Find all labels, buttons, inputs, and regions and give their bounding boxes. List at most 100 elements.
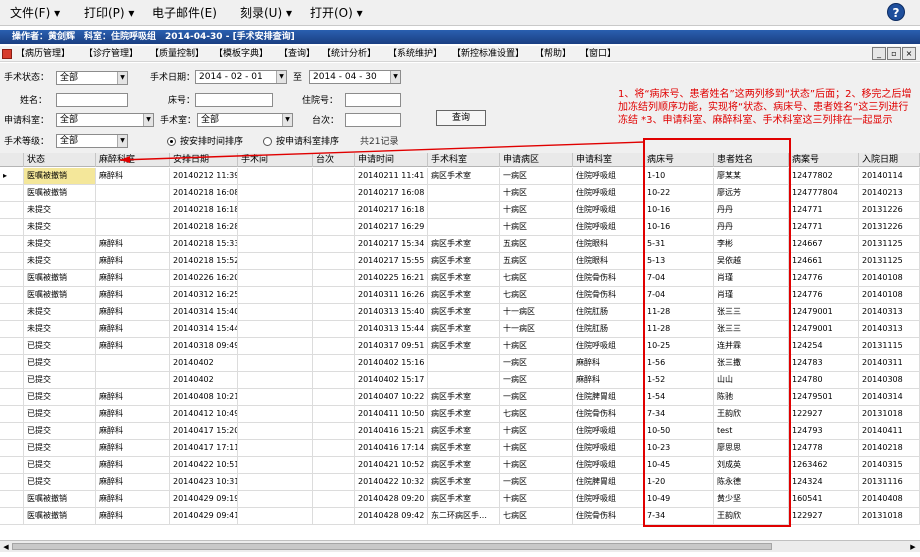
table-cell bbox=[428, 185, 500, 201]
table-cell bbox=[238, 423, 313, 439]
window-title-bar: 操作者：黄剑辉 科室：住院呼吸组 2014-04-30 - [手术安排查询] bbox=[0, 30, 920, 44]
table-cell: 20140318 09:49 bbox=[170, 338, 238, 354]
column-header[interactable]: 病案号 bbox=[789, 153, 859, 167]
row-indicator bbox=[0, 236, 24, 252]
table-row[interactable]: 医嘱被撤销 麻醉科 20140312 16:25 20140311 16:26 病区手术… bbox=[0, 287, 920, 304]
table-row[interactable]: 已提交 麻醉科 20140422 10:51 20140421 10:52 病区手术室十… bbox=[0, 457, 920, 474]
query-button[interactable]: 查询 bbox=[436, 110, 486, 126]
close-button[interactable]: × bbox=[902, 47, 916, 60]
table-row[interactable]: 已提交 麻醉科 20140423 10:31 20140422 10:32 病区手术室一… bbox=[0, 474, 920, 491]
table-cell: 麻醉科 bbox=[573, 355, 644, 371]
table-cell: 20140407 10:22 bbox=[355, 389, 428, 405]
op-room-select[interactable]: 全部 ▼ bbox=[197, 113, 293, 127]
restore-button[interactable]: ▫ bbox=[887, 47, 901, 60]
table-row[interactable]: 已提交 20140402 20140402 15:17 一病区 麻醉科 1-52 山山 124… bbox=[0, 372, 920, 389]
table-cell bbox=[238, 168, 313, 184]
inpatient-input[interactable] bbox=[345, 93, 401, 107]
table-cell bbox=[238, 202, 313, 218]
table-cell: 廖某某 bbox=[714, 168, 789, 184]
menu-query[interactable]: 【查询】 bbox=[279, 48, 315, 60]
column-header[interactable]: 申请科室 bbox=[573, 153, 644, 167]
column-header[interactable]: 安排日期 bbox=[170, 153, 238, 167]
table-input[interactable] bbox=[345, 113, 401, 127]
column-header[interactable]: 申请时间 bbox=[355, 153, 428, 167]
file-menu[interactable]: 文件(F) ▾ bbox=[10, 4, 60, 22]
menu-system[interactable]: 【系统维护】 bbox=[388, 48, 442, 60]
minimize-button[interactable]: _ bbox=[872, 47, 886, 60]
table-row[interactable]: 已提交 20140402 20140402 15:16 一病区 麻醉科 1-56 张三撒 12… bbox=[0, 355, 920, 372]
table-row[interactable]: 医嘱被撤销 20140218 16:08 20140217 16:08 十病区 住院呼吸… bbox=[0, 185, 920, 202]
print-menu[interactable]: 打印(P) ▾ bbox=[84, 4, 134, 22]
menu-treatment[interactable]: 【诊疗管理】 bbox=[84, 48, 138, 60]
sort-by-time-label[interactable]: 按安排时间排序 bbox=[180, 135, 243, 149]
dept-select[interactable]: 全部 ▼ bbox=[56, 113, 154, 127]
table-cell: 麻醉科 bbox=[96, 304, 170, 320]
table-cell: 五病区 bbox=[500, 253, 573, 269]
date-from-picker[interactable]: 2014 - 02 - 01 ▼ bbox=[195, 70, 287, 84]
horizontal-scrollbar[interactable]: ◀ ▶ bbox=[0, 540, 920, 552]
table-row[interactable]: 未提交 麻醉科 20140314 15:44 20140313 15:44 病区手术室十… bbox=[0, 321, 920, 338]
row-indicator bbox=[0, 287, 24, 303]
menu-medical-records[interactable]: 【病历管理】 bbox=[16, 48, 70, 60]
table-cell: 病区手术室 bbox=[428, 270, 500, 286]
menu-help[interactable]: 【帮助】 bbox=[535, 48, 571, 60]
bed-input[interactable] bbox=[195, 93, 273, 107]
column-header[interactable]: 申请病区 bbox=[500, 153, 573, 167]
table-row[interactable]: 医嘱被撤销 麻醉科 20140429 09:41 20140428 09:42 东二环病… bbox=[0, 508, 920, 525]
column-header[interactable]: 手术科室 bbox=[428, 153, 500, 167]
op-room-select-value: 全部 bbox=[201, 115, 220, 125]
level-select[interactable]: 全部 ▼ bbox=[56, 134, 128, 148]
table-cell bbox=[238, 253, 313, 269]
table-cell: 124771 bbox=[789, 219, 859, 235]
name-input[interactable] bbox=[56, 93, 128, 107]
sort-by-dept-label[interactable]: 按申请科室排序 bbox=[276, 135, 339, 149]
sort-by-dept-radio[interactable] bbox=[263, 137, 272, 146]
table-row[interactable]: 未提交 麻醉科 20140218 15:52 20140217 15:55 病区手术室五… bbox=[0, 253, 920, 270]
scroll-left-icon[interactable]: ◀ bbox=[1, 542, 11, 552]
column-header[interactable]: 患者姓名 bbox=[714, 153, 789, 167]
table-cell: 麻醉科 bbox=[96, 457, 170, 473]
table-row[interactable]: 未提交 20140218 16:28 20140217 16:29 十病区 住院呼吸组 1… bbox=[0, 219, 920, 236]
help-icon[interactable]: ? bbox=[887, 3, 905, 21]
table-cell: 20140308 bbox=[859, 372, 920, 388]
table-cell: 20131018 bbox=[859, 508, 920, 524]
email-menu[interactable]: 电子邮件(E) bbox=[152, 4, 217, 22]
table-row[interactable]: 未提交 20140218 16:18 20140217 16:18 十病区 住院呼吸组 1… bbox=[0, 202, 920, 219]
table-row[interactable]: 已提交 麻醉科 20140318 09:49 20140317 09:51 病区手术室十… bbox=[0, 338, 920, 355]
table-cell: 十一病区 bbox=[500, 321, 573, 337]
table-cell: 一病区 bbox=[500, 389, 573, 405]
table-row[interactable]: 医嘱被撤销 麻醉科 20140429 09:19 20140428 09:20 病区手术… bbox=[0, 491, 920, 508]
menu-standards[interactable]: 【新控标准设置】 bbox=[452, 48, 524, 60]
sort-by-time-radio[interactable] bbox=[167, 137, 176, 146]
column-header[interactable]: 麻醉科室 bbox=[96, 153, 170, 167]
column-header[interactable]: 入院日期 bbox=[859, 153, 920, 167]
menu-templates[interactable]: 【模板字典】 bbox=[214, 48, 268, 60]
table-row[interactable]: 未提交 麻醉科 20140218 15:33 20140217 15:34 病区手术室五… bbox=[0, 236, 920, 253]
menu-window[interactable]: 【窗口】 bbox=[580, 48, 616, 60]
status-select[interactable]: 全部 ▼ bbox=[56, 71, 128, 85]
table-row[interactable]: 已提交 麻醉科 20140417 15:20 20140416 15:21 病区手术室十… bbox=[0, 423, 920, 440]
scroll-thumb[interactable] bbox=[12, 543, 772, 550]
open-menu[interactable]: 打开(O) ▾ bbox=[310, 4, 363, 22]
burn-menu[interactable]: 刻录(U) ▾ bbox=[240, 4, 292, 22]
table-cell: 1-20 bbox=[644, 474, 714, 490]
column-header[interactable]: 手术间 bbox=[238, 153, 313, 167]
menu-quality[interactable]: 【质量控制】 bbox=[150, 48, 204, 60]
table-row[interactable]: 已提交 麻醉科 20140417 17:11 20140416 17:14 病区手术室十… bbox=[0, 440, 920, 457]
chevron-down-icon: ▼ bbox=[390, 71, 400, 83]
table-row[interactable]: 未提交 麻醉科 20140314 15:40 20140313 15:40 病区手术室十… bbox=[0, 304, 920, 321]
table-cell: 病区手术室 bbox=[428, 457, 500, 473]
table-cell bbox=[313, 389, 355, 405]
table-cell: 20140312 16:25 bbox=[170, 287, 238, 303]
date-to-picker[interactable]: 2014 - 04 - 30 ▼ bbox=[309, 70, 401, 84]
column-header[interactable]: 台次 bbox=[313, 153, 355, 167]
column-header[interactable]: 病床号 bbox=[644, 153, 714, 167]
table-row[interactable]: 已提交 麻醉科 20140412 10:49 20140411 10:50 病区手术室七… bbox=[0, 406, 920, 423]
menu-statistics[interactable]: 【统计分析】 bbox=[322, 48, 376, 60]
scroll-right-icon[interactable]: ▶ bbox=[908, 542, 918, 552]
table-row[interactable]: 已提交 麻醉科 20140408 10:21 20140407 10:22 病区手术室一… bbox=[0, 389, 920, 406]
table-cell: 20140217 16:08 bbox=[355, 185, 428, 201]
table-row[interactable]: 医嘱被撤销 麻醉科 20140226 16:20 20140225 16:21 病区手术… bbox=[0, 270, 920, 287]
column-header[interactable]: 状态 bbox=[24, 153, 96, 167]
table-row[interactable]: ▸ 医嘱被撤销 麻醉科 20140212 11:39 20140211 11:41 病区手… bbox=[0, 168, 920, 185]
